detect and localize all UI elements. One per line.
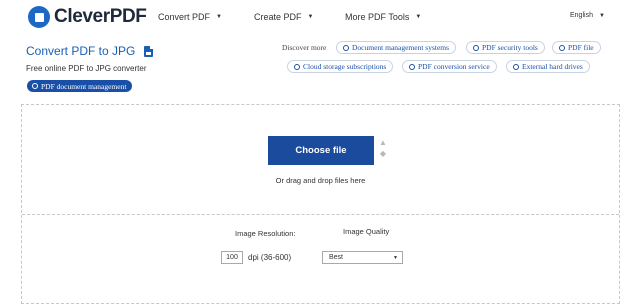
target-icon <box>559 44 565 51</box>
image-file-icon <box>144 45 154 57</box>
language-selector[interactable]: English ▼ <box>570 12 605 19</box>
dpi-unit-label: dpi (36-600) <box>248 253 292 262</box>
discover-link-pdf-security-tools[interactable]: PDF security tools <box>466 41 545 54</box>
badge-label: PDF document management <box>41 81 127 91</box>
pill-label: PDF file <box>568 43 594 52</box>
pill-label: Cloud storage subscriptions <box>303 62 387 71</box>
chevron-down-icon: ▼ <box>415 14 422 20</box>
brand-logo[interactable]: CleverPDF <box>28 6 147 28</box>
page-subtitle: Free online PDF to JPG converter <box>26 64 147 73</box>
choose-file-button[interactable]: Choose file <box>268 136 374 165</box>
discover-more-label: Discover more <box>282 43 327 52</box>
page-title-text: Convert PDF to JPG <box>26 44 136 58</box>
image-quality-value: Best <box>329 254 344 261</box>
options-divider <box>22 214 619 215</box>
dpi-input[interactable]: 100 <box>221 251 243 264</box>
image-quality-select[interactable]: Best ▼ <box>322 251 403 264</box>
pill-label: Document management systems <box>352 43 450 52</box>
discover-link-cloud-storage[interactable]: Cloud storage subscriptions <box>287 60 394 73</box>
discover-link-pdf-file[interactable]: PDF file <box>552 41 601 54</box>
nav-more-pdf-tools[interactable]: More PDF Tools ▼ <box>345 12 421 22</box>
discover-link-pdf-conversion-service[interactable]: PDF conversion service <box>402 60 497 73</box>
pill-label: PDF conversion service <box>418 62 490 71</box>
pill-label: PDF security tools <box>482 43 538 52</box>
chevron-down-icon: ▼ <box>216 14 222 20</box>
pill-label: External hard drives <box>522 62 583 71</box>
brand-name: CleverPDF <box>54 6 147 27</box>
nav-create-pdf-label: Create PDF <box>254 12 302 22</box>
target-icon <box>513 63 519 70</box>
language-label: English <box>570 12 593 19</box>
image-quality-label: Image Quality <box>343 227 390 236</box>
target-icon <box>294 63 300 70</box>
pdf-document-management-link[interactable]: PDF document management <box>27 80 133 92</box>
chevron-down-icon: ▼ <box>393 255 398 261</box>
cloud-source-icons: ▲ ◆ <box>379 139 387 161</box>
target-icon <box>409 63 415 70</box>
nav-convert-pdf-label: Convert PDF <box>158 12 211 22</box>
chevron-down-icon: ▼ <box>598 12 605 19</box>
nav-more-pdf-tools-label: More PDF Tools <box>345 12 410 22</box>
image-resolution-label: Image Resolution: <box>235 229 296 238</box>
drag-drop-hint: Or drag and drop files here <box>275 176 366 185</box>
target-icon <box>473 44 479 51</box>
google-drive-icon[interactable]: ▲ <box>379 139 387 147</box>
discover-link-document-management-systems[interactable]: Document management systems <box>336 41 457 54</box>
page-title: Convert PDF to JPG <box>26 44 154 58</box>
target-icon <box>343 44 349 51</box>
nav-convert-pdf[interactable]: Convert PDF ▼ <box>158 12 222 22</box>
cleverpdf-logo-icon <box>28 6 50 28</box>
chevron-down-icon: ▼ <box>307 14 314 20</box>
dropbox-icon[interactable]: ◆ <box>379 150 387 158</box>
file-drop-zone[interactable] <box>21 104 620 304</box>
discover-link-external-hard-drives[interactable]: External hard drives <box>506 60 590 73</box>
target-icon <box>32 83 38 89</box>
nav-create-pdf[interactable]: Create PDF ▼ <box>254 12 313 22</box>
